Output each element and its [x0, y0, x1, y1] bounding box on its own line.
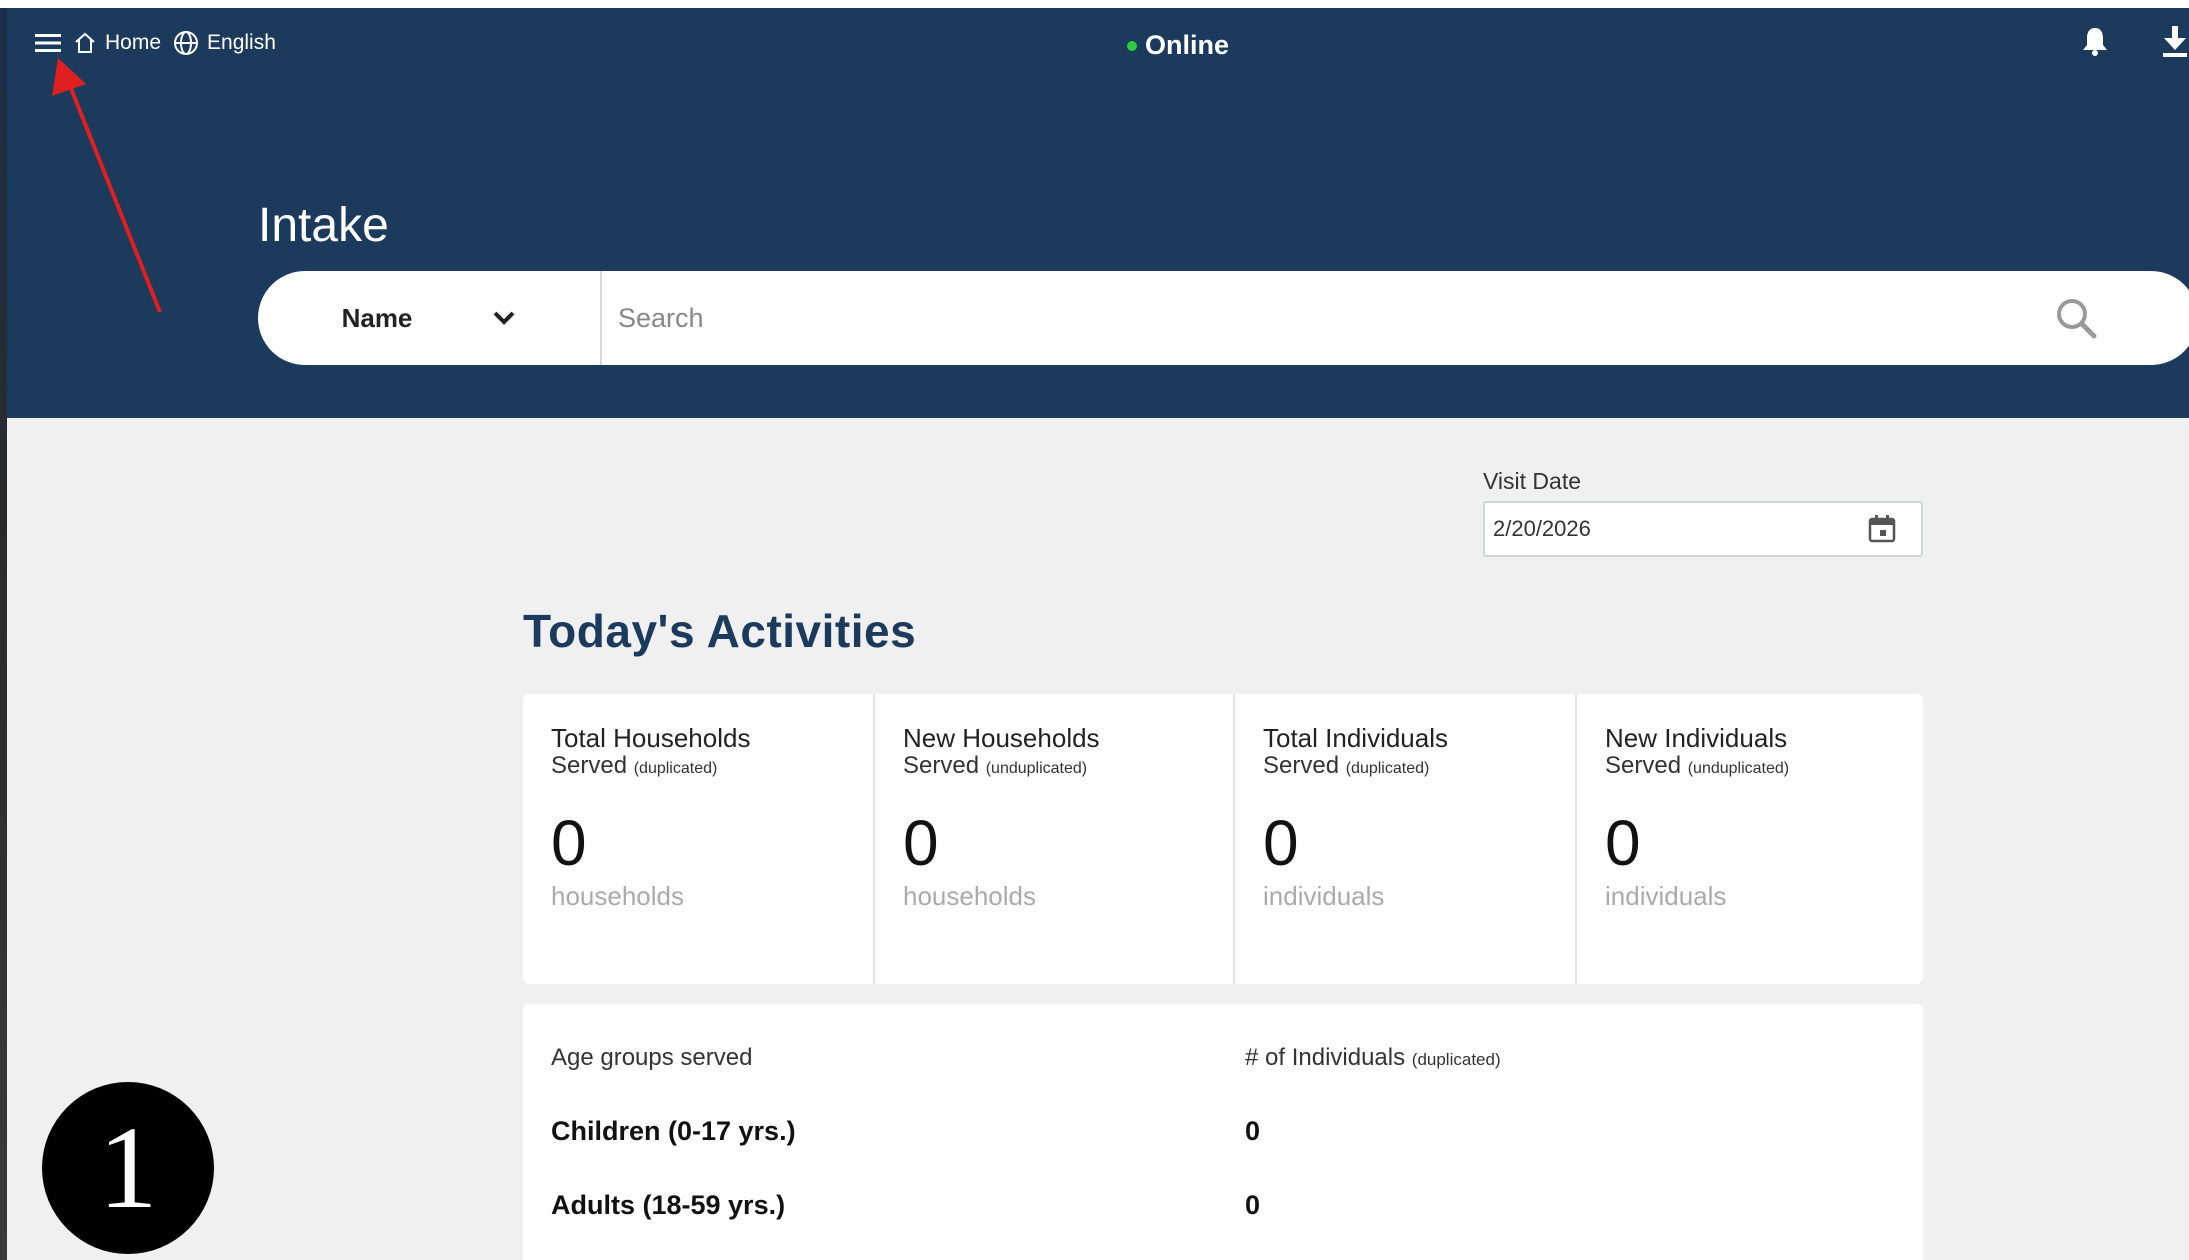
step-number-badge: 1 [42, 1082, 214, 1254]
annotation-arrow [52, 58, 162, 313]
